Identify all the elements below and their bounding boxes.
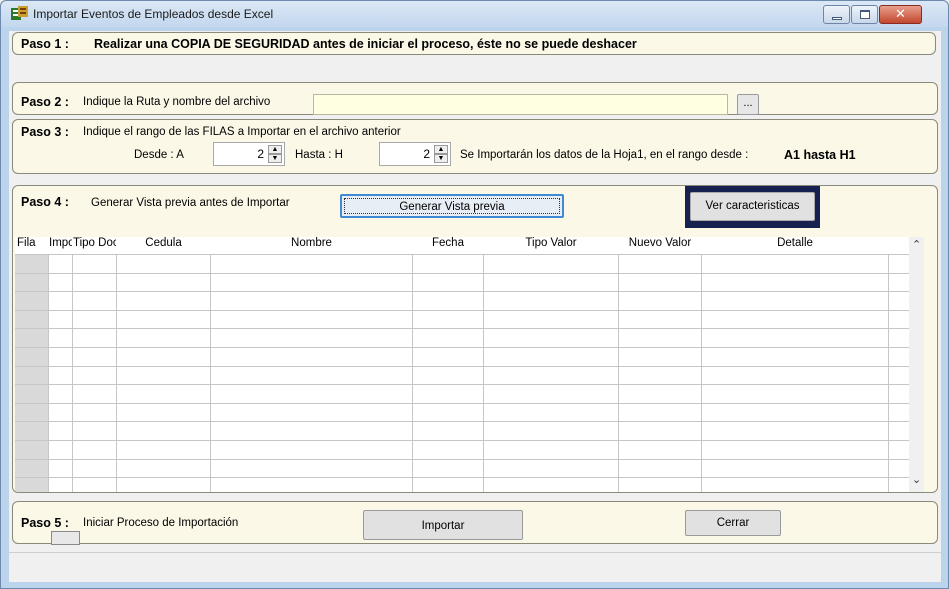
generate-preview-label: Generar Vista previa (399, 201, 505, 213)
client-area: Paso 1 : Realizar una COPIA DE SEGURIDAD… (9, 31, 941, 582)
table-row (15, 328, 909, 330)
view-features-button[interactable]: Ver caracteristicas (690, 192, 815, 221)
status-bar (9, 552, 941, 582)
col-header-fecha[interactable]: Fecha (413, 237, 483, 253)
table-row (15, 384, 909, 386)
col-header-tipo-doc[interactable]: Tipo Doc (73, 237, 116, 253)
features-button-focus: Ver caracteristicas (685, 186, 820, 228)
step4-panel: Paso 4 : Generar Vista previa antes de I… (12, 185, 938, 493)
to-row-value: 2 (423, 147, 430, 161)
from-row-value: 2 (257, 147, 264, 161)
col-header-tipo-valor[interactable]: Tipo Valor (484, 237, 618, 253)
preview-prompt: Generar Vista previa antes de Importar (91, 197, 290, 209)
minimize-icon (832, 17, 842, 20)
step2-panel: Paso 2 : Indique la Ruta y nombre del ar… (12, 82, 938, 115)
file-path-input[interactable] (313, 94, 728, 115)
table-row (15, 347, 909, 348)
table-row (15, 254, 909, 255)
import-button[interactable]: Importar (363, 510, 523, 540)
table-row (15, 440, 909, 441)
excel-import-icon (11, 6, 28, 20)
col-header-fila[interactable]: Fila (15, 237, 48, 253)
close-button[interactable]: Cerrar (685, 510, 781, 536)
from-label: Desde : A (134, 149, 184, 161)
col-header-importar[interactable]: Impo (49, 237, 72, 253)
maximize-button[interactable] (851, 5, 878, 24)
col-header-cedula[interactable]: Cedula (117, 237, 210, 253)
minimize-button[interactable] (823, 5, 850, 24)
main-window: Importar Eventos de Empleados desde Exce… (0, 0, 949, 589)
col-header-detalle[interactable]: Detalle (702, 237, 888, 253)
import-label: Importar (421, 520, 465, 532)
spin-up-icon[interactable]: ▲ (268, 145, 282, 154)
from-row-spinner[interactable]: 2 ▲ ▼ (213, 142, 285, 166)
to-row-spinner[interactable]: 2 ▲ ▼ (379, 142, 451, 166)
range-prompt: Indique el rango de las FILAS a Importar… (83, 126, 401, 138)
window-title: Importar Eventos de Empleados desde Exce… (33, 7, 274, 21)
scroll-down-icon[interactable]: ⌄ (912, 473, 921, 486)
table-row (15, 402, 909, 404)
col-header-nuevo-valor[interactable]: Nuevo Valor (619, 237, 701, 253)
view-features-label: Ver caracteristicas (705, 200, 800, 212)
step3-label: Paso 3 : (21, 125, 69, 139)
import-range-info: Se Importarán los datos de la Hoja1, en … (460, 149, 749, 161)
step2-label: Paso 2 : (21, 95, 69, 109)
browse-file-button[interactable]: ... (737, 94, 759, 115)
close-label: Cerrar (716, 517, 750, 529)
maximize-icon (860, 10, 870, 19)
to-label: Hasta : H (295, 149, 343, 161)
step1-label: Paso 1 : (21, 37, 69, 51)
step5-panel: Paso 5 : Iniciar Proceso de Importación … (12, 501, 938, 545)
col-header-nombre[interactable]: Nombre (211, 237, 412, 253)
generate-preview-button[interactable]: Generar Vista previa (340, 194, 564, 218)
start-import-prompt: Iniciar Proceso de Importación (83, 517, 239, 529)
close-window-button[interactable]: ✕ (879, 5, 922, 24)
step5-label: Paso 5 : (21, 516, 69, 530)
scroll-up-icon[interactable]: ⌃ (912, 238, 921, 251)
file-path-prompt: Indique la Ruta y nombre del archivo (83, 96, 271, 108)
step4-label: Paso 4 : (21, 195, 69, 209)
close-icon: ✕ (895, 7, 906, 22)
spin-down-icon[interactable]: ▼ (434, 154, 448, 163)
row-header-column (15, 254, 48, 492)
progress-box (51, 531, 80, 545)
import-range-value: A1 hasta H1 (784, 148, 856, 162)
spin-down-icon[interactable]: ▼ (268, 154, 282, 163)
table-row (15, 365, 909, 367)
table-row (15, 477, 909, 479)
preview-grid[interactable]: Fila Impo Tipo Doc Cedula Nombre Fecha T… (15, 237, 924, 492)
table-row (15, 309, 909, 311)
step3-panel: Paso 3 : Indique el rango de las FILAS a… (12, 119, 938, 174)
vertical-scrollbar[interactable]: ⌃ ⌄ (909, 237, 924, 492)
table-row (15, 291, 909, 293)
backup-warning-text: Realizar una COPIA DE SEGURIDAD antes de… (94, 37, 637, 51)
table-row (15, 458, 909, 460)
step1-panel: Paso 1 : Realizar una COPIA DE SEGURIDAD… (12, 32, 936, 55)
table-row (15, 421, 909, 423)
spin-up-icon[interactable]: ▲ (434, 145, 448, 154)
title-bar[interactable]: Importar Eventos de Empleados desde Exce… (1, 1, 948, 27)
table-row (15, 272, 909, 274)
